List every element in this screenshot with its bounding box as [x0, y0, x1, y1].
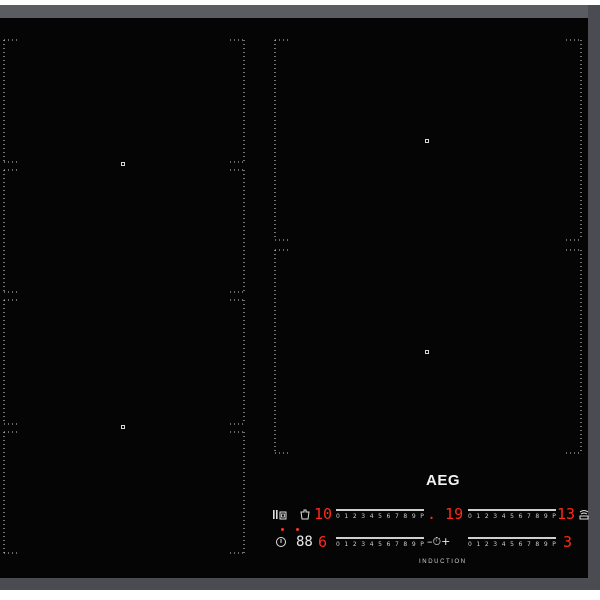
zone-left-front-outline — [3, 39, 245, 163]
timer-icon-display: 88 — [296, 534, 313, 550]
left-rear-power-display: 6 — [318, 533, 328, 551]
zone-center-mark-left-top — [121, 162, 125, 166]
timer-display: . 19 — [427, 505, 464, 523]
slider-scale-labels: 0 1 2 3 4 5 6 7 8 9 P — [336, 541, 426, 548]
slider-scale-labels: 0 1 2 3 4 5 6 7 8 9 P — [468, 541, 558, 548]
zone-left-mid-outline — [3, 169, 245, 293]
zone-center-mark-right-top — [425, 139, 429, 143]
indicator-dot — [296, 528, 299, 531]
timer-minus-plus-control[interactable]: –⏱+ — [427, 535, 450, 549]
slider-track — [336, 509, 424, 511]
zone-left-rear-outline — [3, 299, 245, 425]
slider-scale-labels: 0 1 2 3 4 5 6 7 8 9 P — [336, 513, 426, 520]
right-front-power-display: 13 — [557, 505, 576, 523]
brand-logo: AEG — [426, 472, 461, 489]
zone-left-bottom-outline — [3, 431, 245, 554]
pause-lock-icon[interactable] — [272, 509, 288, 521]
slider-track — [336, 537, 424, 539]
hood-icon[interactable] — [578, 509, 590, 521]
slider-track — [468, 509, 556, 511]
right-rear-power-slider[interactable]: 0 1 2 3 4 5 6 7 8 9 P — [468, 537, 556, 549]
power-icon[interactable] — [275, 536, 287, 548]
right-front-power-slider[interactable]: 0 1 2 3 4 5 6 7 8 9 P — [468, 509, 556, 521]
brand-subtitle: INDUCTION — [419, 559, 467, 565]
pot-icon[interactable] — [299, 509, 311, 521]
zone-center-mark-right-bottom — [425, 350, 429, 354]
zone-center-mark-left-bottom — [121, 425, 125, 429]
indicator-dot — [281, 528, 284, 531]
slider-scale-labels: 0 1 2 3 4 5 6 7 8 9 P — [468, 513, 558, 520]
left-front-power-slider[interactable]: 0 1 2 3 4 5 6 7 8 9 P — [336, 509, 424, 521]
left-rear-power-slider[interactable]: 0 1 2 3 4 5 6 7 8 9 P — [336, 537, 424, 549]
left-front-power-display: 10 — [314, 505, 333, 523]
right-rear-power-display: 3 — [563, 533, 573, 551]
slider-track — [468, 537, 556, 539]
